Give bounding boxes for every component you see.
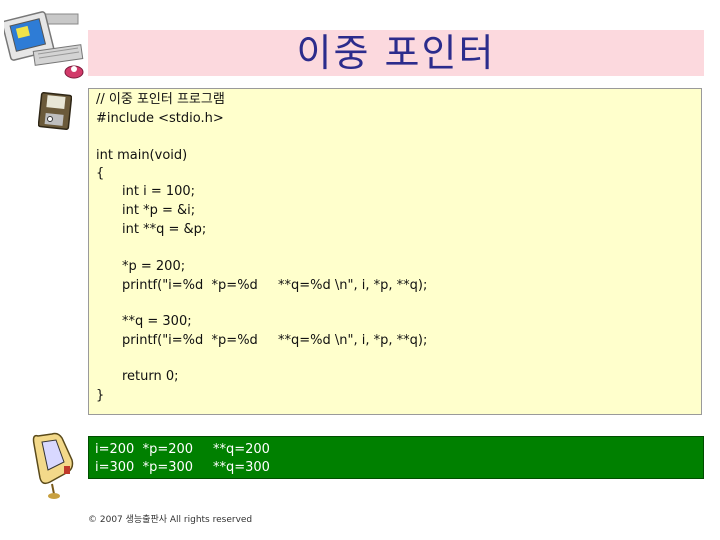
code-printf2-cont: **q=%d \n", i, *p, **q); [278,333,428,348]
code-decl-p: int *p = &i; [122,203,196,218]
code-include: #include <stdio.h> [96,111,224,126]
code-open-brace: { [96,166,105,181]
computer-icon [1,6,86,80]
code-assign-q: **q = 300; [122,314,192,329]
code-decl-q: int **q = &p; [122,222,207,237]
code-printf1: printf("i=%d *p=%d [122,278,258,293]
title-bar: 이중 포인터 [88,30,704,76]
code-listing: // 이중 포인터 프로그램 #include <stdio.h> int ma… [88,88,702,415]
code-assign-p: *p = 200; [122,259,186,274]
output-line-2: i=300 *p=300 [95,460,194,475]
floppy-disk-icon [37,91,73,131]
code-main-signature: int main(void) [96,148,188,163]
code-printf1-cont: **q=%d \n", i, *p, **q); [278,278,428,293]
copyright-footer: © 2007 생능출판사 All rights reserved [88,515,253,525]
slide-title: 이중 포인터 [296,31,496,75]
code-decl-i: int i = 100; [122,184,196,199]
program-output: i=200 *p=200 **q=200 i=300 *p=300 **q=30… [88,436,704,479]
code-printf2: printf("i=%d *p=%d [122,333,258,348]
pda-icon [28,432,78,500]
code-comment: // 이중 포인터 프로그램 [96,92,225,107]
output-line-1: i=200 *p=200 [95,442,194,457]
output-line-1-q: **q=200 [213,442,270,457]
code-return: return 0; [122,369,179,384]
code-close-brace: } [96,388,105,403]
output-line-2-q: **q=300 [213,460,270,475]
